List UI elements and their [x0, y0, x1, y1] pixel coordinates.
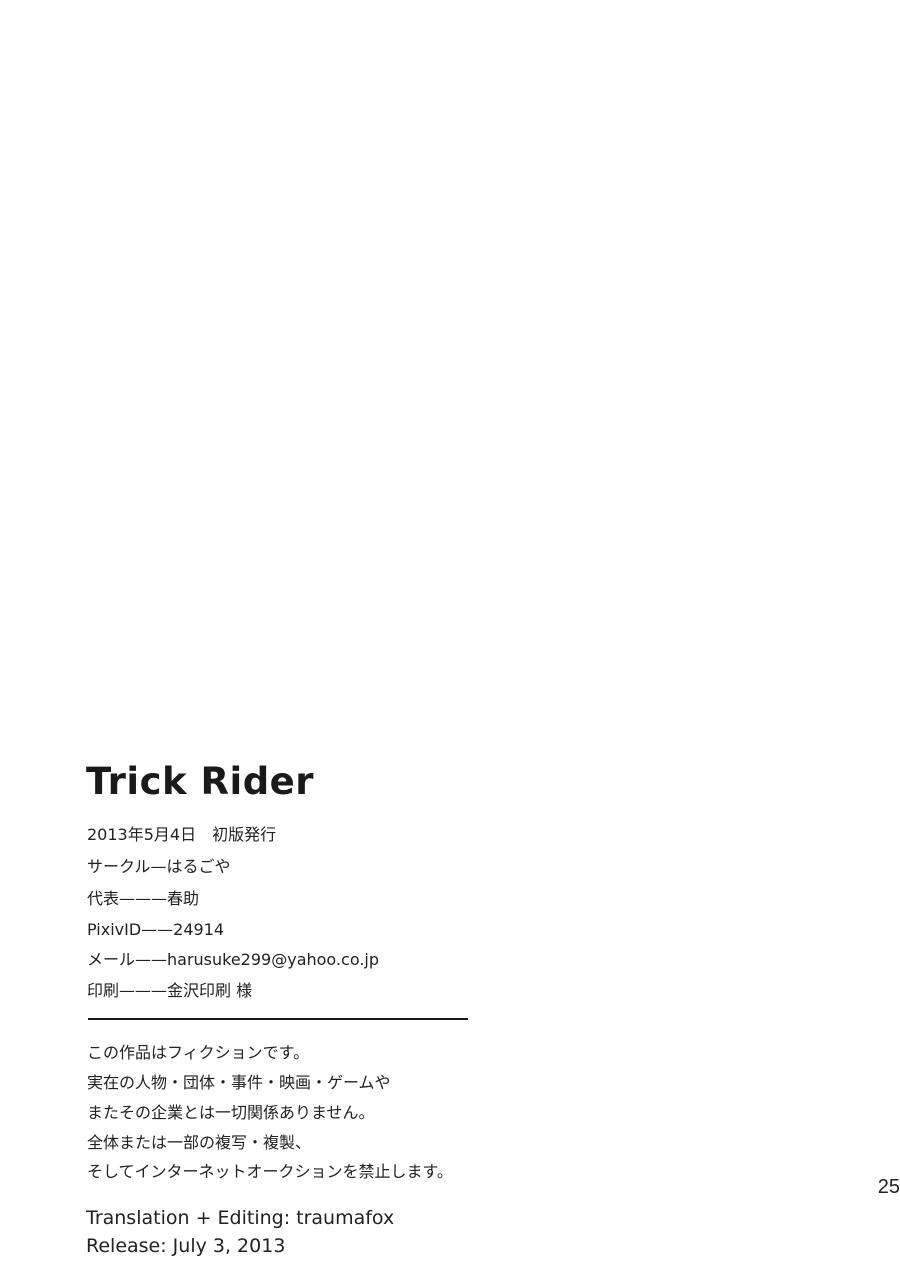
page-number: 25 — [877, 1176, 900, 1198]
email: メール——harusuke299@yahoo.co.jp — [87, 950, 380, 969]
pixiv-id: PixivID——24914 — [87, 920, 225, 939]
disclaimer-line-1: 実在の人物・団体・事件・映画・ゲームや — [87, 1073, 391, 1092]
translation-credit: Translation + Editing: traumafox — [86, 1207, 395, 1229]
fiction-notice: この作品はフィクションです。 — [87, 1043, 310, 1062]
book-title: Trick Rider — [86, 760, 315, 803]
printer: 印刷———金沢印刷 様 — [87, 981, 253, 1000]
publication-date: 2013年5月4日 初版発行 — [87, 825, 277, 844]
representative: 代表———春助 — [87, 889, 200, 908]
colophon-page: Trick Rider 2013年5月4日 初版発行 サークル—はるごや 代表—… — [0, 0, 900, 1286]
copy-prohibition-line-2: そしてインターネットオークションを禁止します。 — [87, 1162, 453, 1181]
circle-name: サークル—はるごや — [87, 857, 231, 876]
divider-line — [88, 1018, 468, 1020]
copy-prohibition-line-1: 全体または一部の複写・複製、 — [87, 1133, 312, 1152]
release-credit: Release: July 3, 2013 — [86, 1235, 286, 1257]
disclaimer-line-2: またその企業とは一切関係ありません。 — [87, 1103, 375, 1122]
